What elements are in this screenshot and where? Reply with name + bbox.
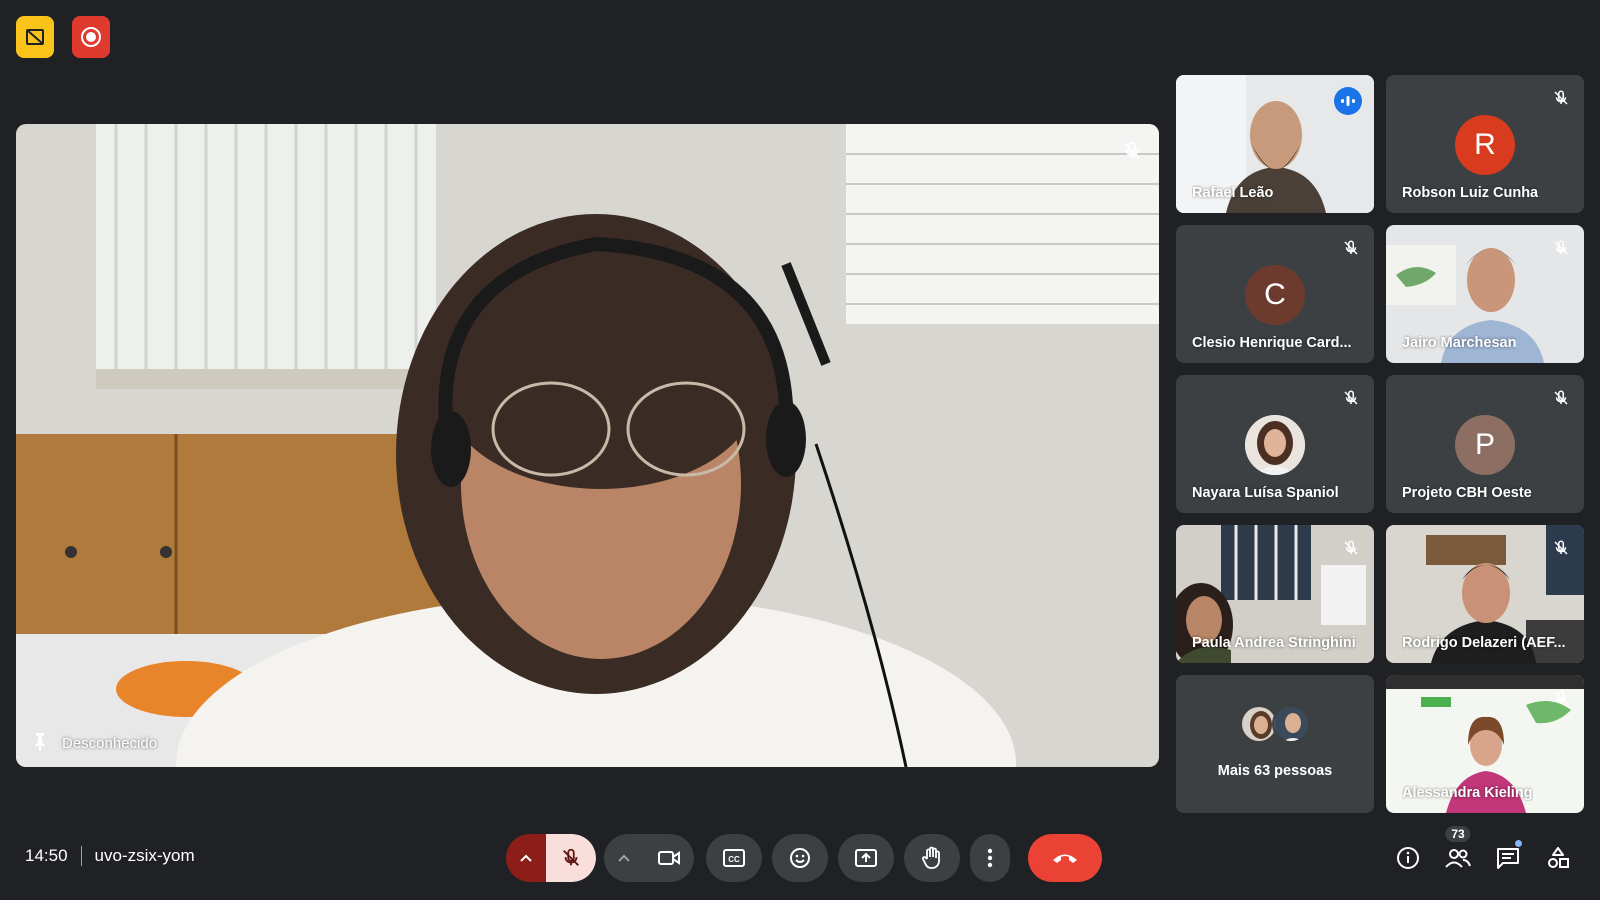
- avatar: R: [1455, 115, 1515, 175]
- participant-tile[interactable]: Rodrigo Delazeri (AEF...: [1386, 525, 1584, 663]
- more-participants-avatars: [1240, 705, 1310, 743]
- participant-tile[interactable]: Paula Andrea Stringhini: [1176, 525, 1374, 663]
- participant-name: Clesio Henrique Card...: [1192, 335, 1352, 351]
- no-recording-icon[interactable]: [16, 16, 54, 58]
- avatar: [1272, 705, 1310, 743]
- mic-off-icon: [1550, 87, 1572, 109]
- participant-name: Alessandra Kieling: [1402, 785, 1533, 801]
- chat-button[interactable]: [1494, 834, 1522, 882]
- call-controls: CC: [506, 834, 1102, 882]
- divider: [80, 846, 82, 866]
- more-participants-label: Mais 63 pessoas: [1217, 763, 1333, 779]
- leave-call-button[interactable]: [1028, 834, 1102, 882]
- main-video-tile[interactable]: Desconhecido: [16, 124, 1159, 767]
- pin-icon[interactable]: [32, 731, 48, 755]
- participant-grid: Rafael Leão R Robson Luiz Cunha C Clesio…: [1176, 75, 1584, 813]
- chat-notification-dot: [1515, 840, 1522, 847]
- present-screen-button[interactable]: [838, 834, 894, 882]
- people-count-badge: 73: [1445, 826, 1471, 842]
- participant-name: Jairo Marchesan: [1402, 335, 1517, 351]
- mic-off-icon: [1340, 387, 1362, 409]
- microphone-control: [506, 834, 596, 882]
- people-button[interactable]: 73: [1444, 826, 1472, 882]
- participant-tile[interactable]: Alessandra Kieling: [1386, 675, 1584, 813]
- more-options-button[interactable]: [970, 834, 1010, 882]
- mic-off-icon: [1550, 387, 1572, 409]
- participant-tile[interactable]: Rafael Leão: [1176, 75, 1374, 213]
- mic-off-icon: [1550, 237, 1572, 259]
- main-video-feed: [16, 124, 1159, 767]
- mic-off-icon: [1119, 138, 1145, 164]
- participant-tile[interactable]: P Projeto CBH Oeste: [1386, 375, 1584, 513]
- participant-name: Rafael Leão: [1192, 185, 1274, 201]
- speaking-indicator-icon: [1334, 87, 1362, 115]
- recording-icon[interactable]: [72, 16, 110, 58]
- captions-button[interactable]: CC: [706, 834, 762, 882]
- participant-name: Rodrigo Delazeri (AEF...: [1402, 635, 1566, 651]
- avatar: C: [1245, 265, 1305, 325]
- video-options-button[interactable]: [604, 834, 644, 882]
- avatar: [1245, 415, 1305, 475]
- more-participants-tile[interactable]: Mais 63 pessoas: [1176, 675, 1374, 813]
- avatar: P: [1455, 415, 1515, 475]
- raise-hand-button[interactable]: [904, 834, 960, 882]
- mic-off-icon: [1550, 687, 1572, 709]
- emoji-reaction-button[interactable]: [772, 834, 828, 882]
- meeting-code: uvo-zsix-yom: [94, 846, 195, 865]
- svg-text:CC: CC: [728, 855, 740, 864]
- mic-off-icon: [1340, 237, 1362, 259]
- meeting-details-button[interactable]: [1394, 834, 1422, 882]
- mic-off-icon: [1340, 537, 1362, 559]
- participant-name: Paula Andrea Stringhini: [1192, 635, 1356, 651]
- participant-name: Robson Luiz Cunha: [1402, 185, 1539, 201]
- participant-tile[interactable]: C Clesio Henrique Card...: [1176, 225, 1374, 363]
- activities-button[interactable]: [1544, 834, 1572, 882]
- mic-off-icon: [1550, 537, 1572, 559]
- main-participant-name: Desconhecido: [62, 734, 158, 752]
- participant-tile[interactable]: Jairo Marchesan: [1386, 225, 1584, 363]
- toggle-camera-button[interactable]: [644, 834, 694, 882]
- participant-name: Nayara Luísa Spaniol: [1192, 485, 1339, 501]
- audio-options-button[interactable]: [506, 834, 546, 882]
- participant-name: Projeto CBH Oeste: [1402, 485, 1532, 501]
- participant-tile[interactable]: R Robson Luiz Cunha: [1386, 75, 1584, 213]
- camera-control: [604, 834, 694, 882]
- toggle-microphone-button[interactable]: [546, 834, 596, 882]
- meeting-time: 14:50: [25, 846, 68, 865]
- participant-tile[interactable]: Nayara Luísa Spaniol: [1176, 375, 1374, 513]
